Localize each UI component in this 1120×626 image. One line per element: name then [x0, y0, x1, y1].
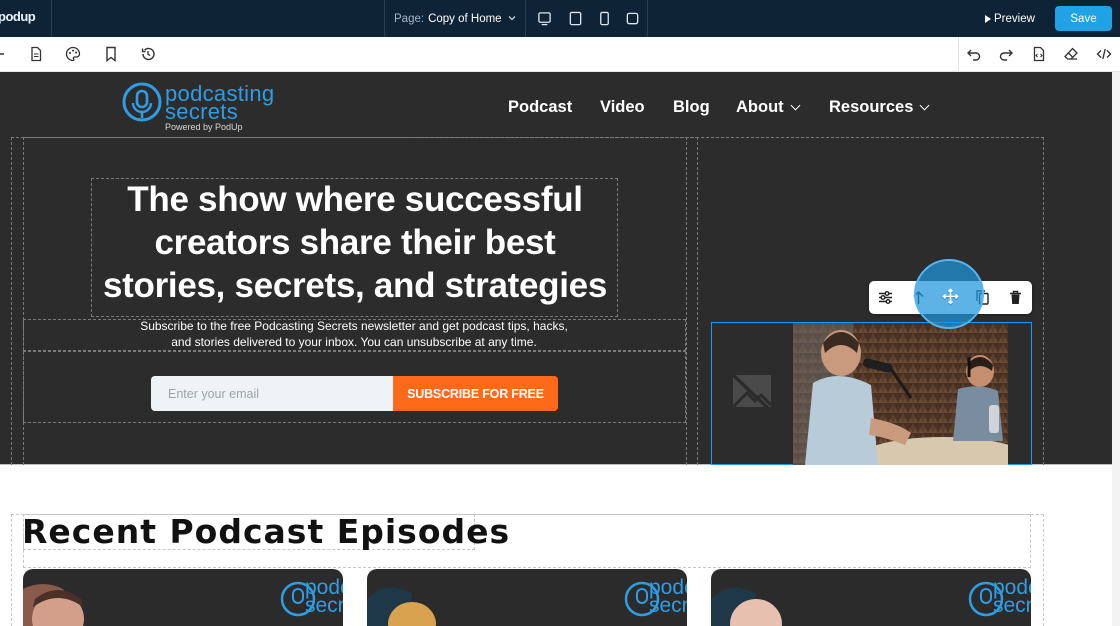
studio-photo-art	[793, 323, 1008, 465]
episode-card-art	[711, 581, 1004, 626]
divider	[958, 37, 959, 72]
preview-button[interactable]: Preview	[985, 10, 1035, 28]
image-placeholder-icon	[729, 371, 775, 415]
nav-resources-label: Resources	[829, 98, 914, 116]
episode-card[interactable]: podc secre	[711, 569, 1031, 626]
save-button[interactable]: Save	[1055, 6, 1112, 31]
chevron-down-icon	[790, 100, 801, 111]
podcasting-secrets-logo-icon[interactable]	[122, 82, 162, 122]
card-brand-text: podc secre	[649, 576, 687, 617]
nav-blog[interactable]: Blog	[673, 98, 710, 117]
hero-headline[interactable]: The show where successful creators share…	[92, 178, 618, 307]
chevron-down-icon	[919, 100, 930, 111]
scrollbar[interactable]	[1112, 72, 1120, 626]
hero-section[interactable]: podcasting secrets Powered by PodUp Podc…	[0, 72, 1112, 465]
code-view-icon[interactable]	[1096, 46, 1112, 62]
code-file-icon[interactable]	[1031, 46, 1047, 62]
nav-about[interactable]: About	[736, 98, 801, 117]
card-brand-text: podc secre	[305, 576, 343, 617]
episode-card-art	[367, 581, 660, 626]
podcast-studio-photo[interactable]	[793, 323, 1008, 465]
episode-card-art	[23, 581, 316, 626]
nav-about-label: About	[736, 98, 784, 116]
mobile-view-icon[interactable]	[597, 11, 612, 26]
redo-icon[interactable]	[998, 46, 1014, 62]
episode-card[interactable]: podc secre	[23, 569, 343, 626]
chevron-down-icon	[508, 16, 516, 21]
palette-icon[interactable]	[65, 46, 81, 62]
page-icon[interactable]	[28, 46, 44, 62]
column-gap-guide	[686, 137, 698, 465]
play-icon	[985, 15, 991, 23]
undo-icon[interactable]	[966, 46, 982, 62]
page-selector[interactable]: Page: Copy of Home	[384, 0, 526, 37]
nav-podcast[interactable]: Podcast	[508, 98, 572, 117]
divider	[647, 0, 648, 37]
trash-icon[interactable]	[1007, 289, 1024, 306]
podup-logo[interactable]: podup	[0, 0, 52, 37]
square-view-icon[interactable]	[625, 11, 640, 26]
tablet-landscape-icon[interactable]	[568, 11, 583, 26]
preview-label: Preview	[994, 13, 1035, 25]
settings-sliders-icon[interactable]	[877, 289, 894, 306]
move-icon[interactable]	[942, 288, 959, 305]
editor-canvas[interactable]: podcasting secrets Powered by PodUp Podc…	[0, 72, 1120, 626]
page-selector-value: Copy of Home	[428, 12, 502, 25]
nav-video[interactable]: Video	[600, 98, 645, 117]
recent-episodes-title[interactable]: Recent Podcast Episodes	[22, 512, 510, 551]
email-field[interactable]	[151, 376, 394, 411]
desktop-view-icon[interactable]	[537, 11, 552, 26]
episode-card[interactable]: podc secre	[367, 569, 687, 626]
hero-subtext-line1: Subscribe to the free Podcasting Secrets…	[140, 319, 568, 333]
nav-resources[interactable]: Resources	[829, 98, 930, 117]
history-icon[interactable]	[140, 46, 156, 62]
menu-icon[interactable]	[0, 46, 8, 62]
hero-subtext-line2: and stories delivered to your inbox. You…	[171, 335, 537, 349]
logo-text: podup	[0, 9, 36, 24]
eraser-icon[interactable]	[1063, 46, 1079, 62]
subscribe-button[interactable]: SUBSCRIBE FOR FREE	[393, 376, 558, 411]
bookmark-icon[interactable]	[103, 46, 119, 62]
editor-top-bar: podup Page: Copy of Home Preview Save	[0, 0, 1120, 37]
card-brand-text: podc secre	[993, 576, 1031, 617]
page-selector-label: Page:	[394, 12, 425, 25]
hero-subtext[interactable]: Subscribe to the free Podcasting Secrets…	[24, 318, 684, 350]
brand-powered-by: Powered by PodUp	[165, 122, 243, 132]
editor-tool-bar	[0, 37, 1120, 72]
